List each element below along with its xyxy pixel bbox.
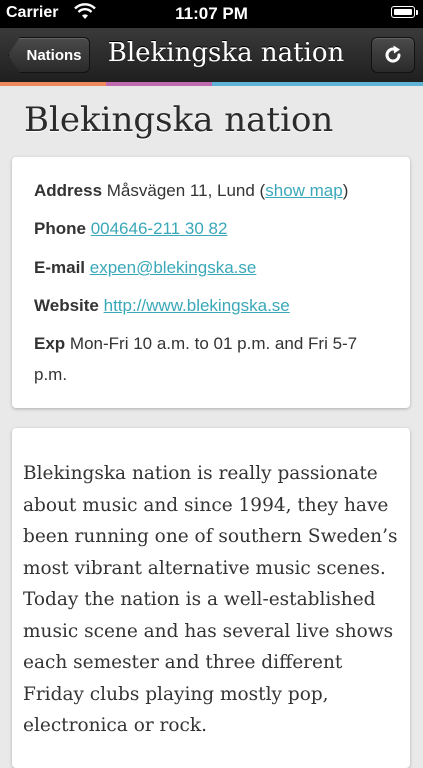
description-card: Blekingska nation is really passionate a… <box>12 428 410 768</box>
address-label: Address <box>34 181 103 200</box>
show-map-link[interactable]: show map <box>265 181 342 200</box>
website-row: Website http://www.blekingska.se <box>34 290 290 321</box>
hours-row-line2: p.m. <box>34 359 67 390</box>
email-link[interactable]: expen@blekingska.se <box>90 258 257 277</box>
email-label: E-mail <box>34 258 86 277</box>
status-bar: Carrier 11:07 PM <box>0 0 423 28</box>
info-card: Address Måsvägen 11, Lund (show map) Pho… <box>12 157 410 408</box>
phone-link[interactable]: 004646-211 30 82 <box>91 219 228 238</box>
phone-label: Phone <box>34 219 86 238</box>
status-time: 11:07 PM <box>175 4 248 23</box>
refresh-icon <box>385 45 401 63</box>
website-label: Website <box>34 296 99 315</box>
description-text: Blekingska nation is really passionate a… <box>23 463 398 736</box>
address-value: Måsvägen 11, Lund ( <box>106 181 266 200</box>
hours-row: Exp Mon-Fri 10 a.m. to 01 p.m. and Fri 5… <box>34 328 357 359</box>
nav-title: Blekingska nation <box>107 38 345 68</box>
battery-icon <box>391 6 418 18</box>
navigation-bar: Nations Blekingska nation <box>0 28 423 82</box>
hours-label: Exp <box>34 334 66 353</box>
page-title: Blekingska nation <box>24 100 334 140</box>
address-row: Address Måsvägen 11, Lund (show map) <box>34 175 348 206</box>
website-link[interactable]: http://www.blekingska.se <box>104 296 290 315</box>
refresh-button[interactable] <box>371 37 415 73</box>
address-tail: ) <box>342 181 349 200</box>
email-row: E-mail expen@blekingska.se <box>34 252 256 283</box>
back-button[interactable]: Nations <box>8 37 90 73</box>
phone-row: Phone 004646-211 30 82 <box>34 213 227 244</box>
hours-value-line2: p.m. <box>34 365 68 384</box>
hours-value: Mon-Fri 10 a.m. to 01 p.m. and Fri 5-7 <box>69 334 358 353</box>
accent-stripe <box>0 82 423 86</box>
